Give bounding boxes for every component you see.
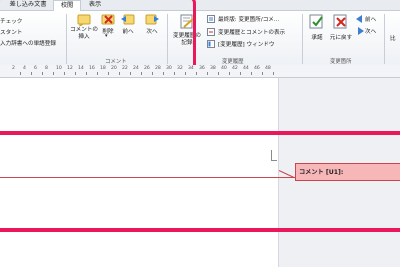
accept-label: 承諾 — [311, 35, 323, 41]
ruler-tick — [118, 72, 120, 75]
compare-button[interactable]: 比 — [390, 34, 396, 42]
ruler-number: 28 — [155, 66, 161, 71]
next-change-label: 次へ — [365, 29, 377, 35]
next-change-button[interactable]: 次へ — [356, 27, 378, 36]
ruler-tick — [151, 72, 153, 75]
ruler-number: 14 — [78, 66, 84, 71]
accept-change-button[interactable]: 承諾 — [306, 14, 328, 54]
previous-change-button[interactable]: 前へ — [356, 15, 378, 24]
ruler-tick — [217, 72, 219, 75]
ruler-tick — [173, 72, 175, 75]
ruler-number: 18 — [100, 66, 106, 71]
ruler-tick — [140, 72, 142, 75]
reviewing-pane-icon — [207, 40, 215, 48]
ruler-number: 30 — [166, 66, 172, 71]
comment-connector-line — [0, 177, 296, 178]
display-review-icon — [207, 15, 215, 23]
document-page[interactable] — [0, 78, 278, 267]
show-markup-label: 変更履歴とコメントの表示 — [218, 30, 286, 36]
ruler-number: 2 — [12, 66, 15, 71]
reject-icon — [333, 14, 347, 29]
ruler-tick — [19, 72, 21, 75]
show-markup-icon — [207, 28, 215, 36]
ruler-number: 12 — [67, 66, 73, 71]
ruler-number: 16 — [89, 66, 95, 71]
ruler-number: 24 — [133, 66, 139, 71]
reviewing-pane-button[interactable]: [変更履歴] ウィンドウ — [207, 40, 299, 49]
ruler-tick — [85, 72, 87, 75]
ruler-tick — [96, 72, 98, 75]
ruler-number: 40 — [221, 66, 227, 71]
ruler-number: 36 — [199, 66, 205, 71]
ruler-tick — [250, 72, 252, 75]
ruler-tick — [41, 72, 43, 75]
ruler-tick — [239, 72, 241, 75]
display-review-value: 最終版: 変更箇所/コメ... — [218, 17, 280, 23]
ruler-tick — [107, 72, 109, 75]
ruler-tick — [228, 72, 230, 75]
display-for-review-select[interactable]: 最終版: 変更箇所/コメ... — [207, 15, 299, 24]
ruler-number: 20 — [111, 66, 117, 71]
ruler-number: 32 — [177, 66, 183, 71]
comment-balloon[interactable]: コメント [U1]: — [295, 163, 400, 181]
next-change-icon — [358, 27, 364, 35]
ruler-tick — [63, 72, 65, 75]
reject-change-button[interactable]: 元に戻す — [329, 14, 353, 54]
comment-label: コメント [U1]: — [299, 169, 344, 176]
ruler-tick — [206, 72, 208, 75]
ruler-number: 26 — [144, 66, 150, 71]
ruler-tick — [30, 72, 32, 75]
text-cursor-base — [271, 160, 277, 161]
text-cursor — [271, 150, 272, 160]
previous-change-icon — [356, 15, 362, 23]
ruler-tick — [184, 72, 186, 75]
reviewing-pane-label: [変更履歴] ウィンドウ — [218, 42, 275, 48]
ruler-tick — [129, 72, 131, 75]
tracking-group-label: 変更履歴 — [222, 59, 244, 65]
ruler-number: 8 — [45, 66, 48, 71]
show-markup-button[interactable]: 変更履歴とコメントの表示 — [207, 28, 299, 37]
ruler-number: 44 — [243, 66, 249, 71]
ruler-tick — [52, 72, 54, 75]
ruler-number: 42 — [232, 66, 238, 71]
changes-group-label: 変更箇所 — [330, 59, 352, 65]
highlight-bar-top — [0, 131, 400, 135]
ruler-number: 22 — [122, 66, 128, 71]
highlight-bar-bottom — [0, 228, 400, 232]
ruler-number: 4 — [23, 66, 26, 71]
ruler-tick — [74, 72, 76, 75]
reject-label: 元に戻す — [329, 35, 353, 41]
group-separator — [384, 14, 385, 64]
ruler-tick — [162, 72, 164, 75]
accept-icon — [309, 14, 323, 29]
ruler-number: 34 — [188, 66, 194, 71]
ruler-number: 38 — [210, 66, 216, 71]
ruler-number: 10 — [56, 66, 62, 71]
ruler-tick — [195, 72, 197, 75]
group-separator — [302, 14, 303, 64]
ruler-tick — [261, 72, 263, 75]
ruler-number: 46 — [254, 66, 260, 71]
ruler-tick — [272, 72, 274, 75]
ruler-number: 6 — [34, 66, 37, 71]
ruler-number: 48 — [265, 66, 271, 71]
previous-change-label: 前へ — [365, 17, 377, 23]
